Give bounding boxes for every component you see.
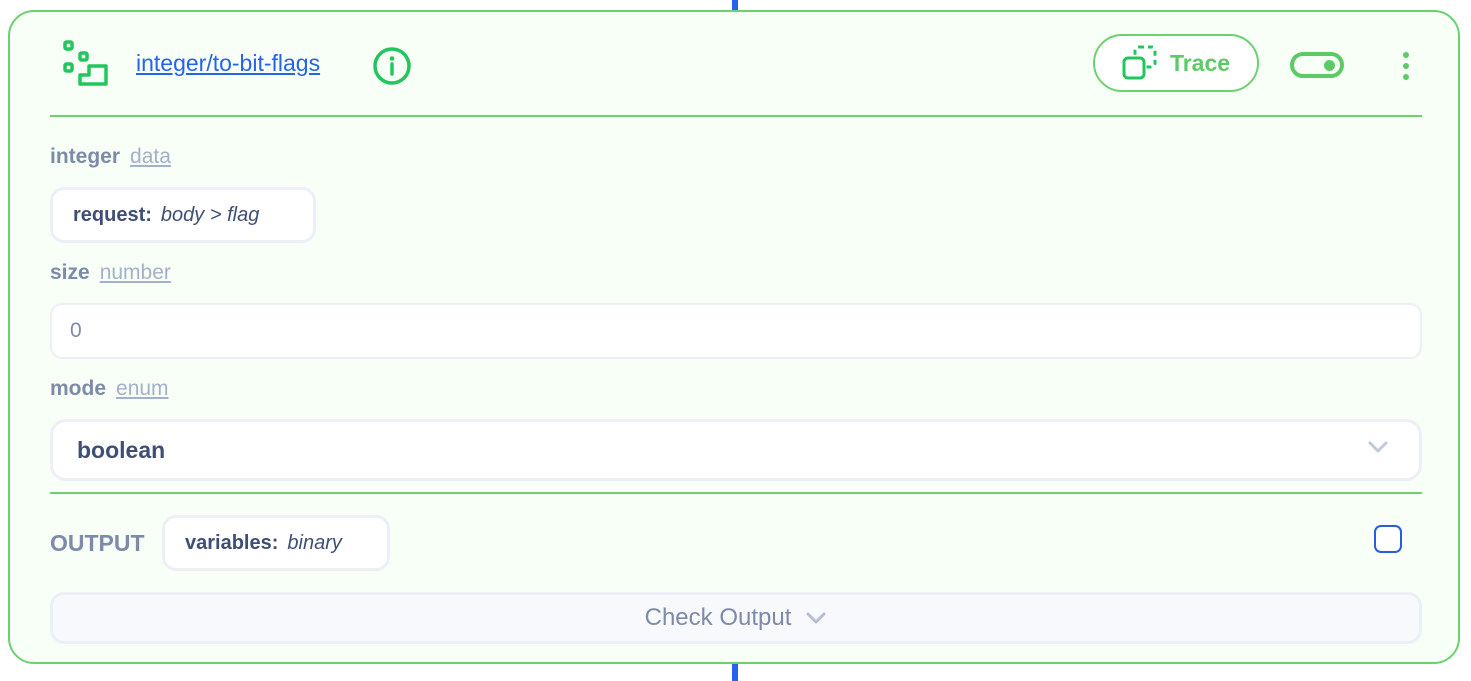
more-options-icon[interactable] — [1400, 52, 1412, 80]
chip-source: variables: — [185, 531, 279, 554]
connector-out — [732, 664, 738, 681]
mode-select[interactable]: boolean — [50, 419, 1422, 481]
node-card: integer/to-bit-flags Trace integer data r… — [8, 10, 1460, 664]
chevron-down-icon — [1368, 441, 1388, 453]
mode-selected-value: boolean — [77, 436, 166, 463]
size-input[interactable]: 0 — [50, 303, 1422, 359]
chip-path: body > flag — [160, 203, 260, 226]
header-divider — [50, 115, 1422, 117]
field-label-integer: integer data — [50, 145, 171, 169]
node-header: integer/to-bit-flags Trace — [10, 12, 1458, 116]
info-icon[interactable] — [372, 46, 412, 86]
enable-toggle[interactable] — [1290, 52, 1344, 78]
trace-label: Trace — [1169, 49, 1231, 76]
field-name: mode — [50, 377, 107, 400]
node-title-link[interactable]: integer/to-bit-flags — [136, 50, 320, 77]
output-divider — [50, 492, 1422, 494]
toggle-knob — [1324, 60, 1335, 71]
trace-button[interactable]: Trace — [1093, 34, 1259, 92]
size-value: 0 — [70, 319, 82, 342]
check-output-button[interactable]: Check Output — [50, 592, 1422, 644]
field-name: size — [50, 261, 90, 284]
field-type-link[interactable]: enum — [116, 377, 169, 400]
field-type-link[interactable]: number — [100, 261, 171, 284]
output-checkbox[interactable] — [1374, 525, 1402, 553]
chevron-down-icon — [806, 612, 826, 624]
check-output-label: Check Output — [644, 604, 792, 631]
field-label-size: size number — [50, 261, 171, 285]
integer-value-chip[interactable]: request: body > flag — [50, 187, 316, 243]
output-variable-chip[interactable]: variables: binary — [162, 515, 390, 571]
bit-flags-icon — [63, 40, 108, 86]
trace-icon — [1122, 45, 1157, 80]
output-label: OUTPUT — [50, 530, 145, 556]
chip-source: request: — [73, 203, 152, 226]
field-label-mode: mode enum — [50, 377, 169, 401]
field-name: integer — [50, 145, 121, 168]
field-type-link[interactable]: data — [130, 145, 171, 168]
chip-value: binary — [287, 531, 342, 554]
